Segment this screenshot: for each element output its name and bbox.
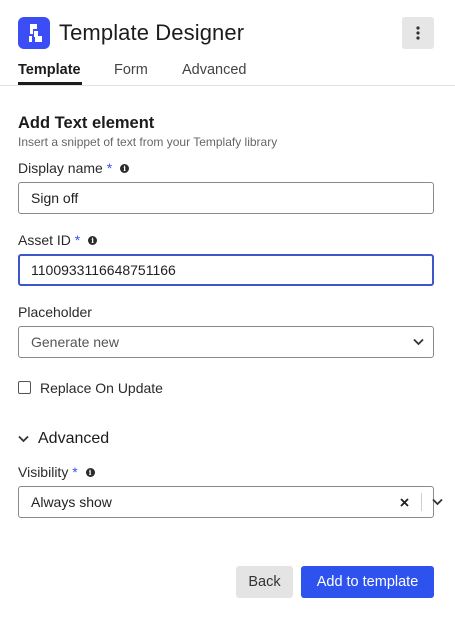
chevron-down-icon <box>413 338 424 346</box>
display-name-input[interactable]: Sign off <box>18 182 434 214</box>
more-vertical-icon <box>416 26 420 40</box>
more-options-button[interactable] <box>402 17 434 49</box>
section-subtitle: Insert a snippet of text from your Templ… <box>18 135 278 149</box>
tab-template[interactable]: Template <box>18 61 81 79</box>
required-marker: * <box>106 160 113 176</box>
section-title: Add Text element <box>18 114 155 132</box>
visibility-select-value: Always show <box>31 494 112 510</box>
required-marker: * <box>74 232 81 248</box>
info-icon[interactable]: i <box>88 236 98 245</box>
visibility-select[interactable]: Always show <box>18 486 443 518</box>
tab-form[interactable]: Form <box>114 61 148 79</box>
placeholder-select[interactable]: Generate new <box>18 326 434 358</box>
chevron-down-icon <box>432 498 443 506</box>
asset-id-label: Asset ID * i <box>18 231 98 249</box>
display-name-label: Display name * i <box>18 159 130 177</box>
placeholder-select-value: Generate new <box>31 334 119 350</box>
templafy-logo-icon <box>18 17 50 49</box>
app-header: Template Designer <box>18 17 434 49</box>
visibility-label-text: Visibility <box>18 464 69 480</box>
clear-selection-button[interactable] <box>380 487 420 517</box>
replace-on-update-checkbox[interactable] <box>18 381 31 394</box>
visibility-dropdown-toggle[interactable] <box>422 487 452 517</box>
visibility-label: Visibility * i <box>18 463 95 481</box>
info-icon[interactable]: i <box>120 164 130 173</box>
close-icon <box>400 498 409 507</box>
tab-divider <box>0 85 455 86</box>
add-to-template-button[interactable]: Add to template <box>301 566 434 598</box>
asset-id-input[interactable]: 1100933116648751166 <box>18 254 434 286</box>
tab-advanced[interactable]: Advanced <box>182 61 247 79</box>
info-icon[interactable]: i <box>85 468 95 477</box>
app-title: Template Designer <box>59 20 245 45</box>
replace-on-update-label: Replace On Update <box>40 380 163 396</box>
advanced-section-label: Advanced <box>38 430 110 447</box>
placeholder-label: Placeholder <box>18 304 92 320</box>
chevron-down-icon <box>18 435 29 443</box>
asset-id-label-text: Asset ID <box>18 232 71 248</box>
required-marker: * <box>72 464 78 480</box>
back-button[interactable]: Back <box>236 566 293 598</box>
display-name-label-text: Display name <box>18 160 103 176</box>
